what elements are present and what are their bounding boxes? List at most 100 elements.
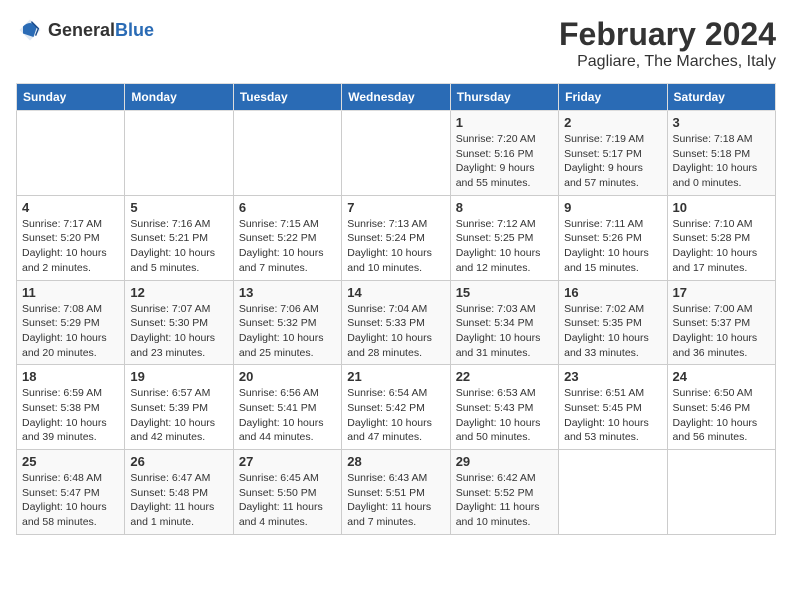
calendar-cell: 16 Sunrise: 7:02 AM Sunset: 5:35 PM Dayli… bbox=[559, 280, 667, 365]
day-info: Sunrise: 7:04 AM Sunset: 5:33 PM Dayligh… bbox=[347, 302, 444, 361]
day-number: 11 bbox=[22, 285, 119, 300]
day-number: 8 bbox=[456, 200, 553, 215]
day-info: Sunrise: 6:59 AM Sunset: 5:38 PM Dayligh… bbox=[22, 386, 119, 445]
day-number: 19 bbox=[130, 369, 227, 384]
day-info: Sunrise: 7:06 AM Sunset: 5:32 PM Dayligh… bbox=[239, 302, 336, 361]
title-block: February 2024 Pagliare, The Marches, Ita… bbox=[559, 16, 776, 71]
day-info: Sunrise: 7:13 AM Sunset: 5:24 PM Dayligh… bbox=[347, 217, 444, 276]
calendar-cell: 13 Sunrise: 7:06 AM Sunset: 5:32 PM Dayli… bbox=[233, 280, 341, 365]
calendar-cell bbox=[667, 450, 775, 535]
day-number: 23 bbox=[564, 369, 661, 384]
day-info: Sunrise: 7:08 AM Sunset: 5:29 PM Dayligh… bbox=[22, 302, 119, 361]
day-info: Sunrise: 7:12 AM Sunset: 5:25 PM Dayligh… bbox=[456, 217, 553, 276]
calendar-week-row: 11 Sunrise: 7:08 AM Sunset: 5:29 PM Dayli… bbox=[17, 280, 776, 365]
calendar-cell: 25 Sunrise: 6:48 AM Sunset: 5:47 PM Dayli… bbox=[17, 450, 125, 535]
day-number: 16 bbox=[564, 285, 661, 300]
day-number: 13 bbox=[239, 285, 336, 300]
header-saturday: Saturday bbox=[667, 84, 775, 111]
day-number: 22 bbox=[456, 369, 553, 384]
calendar-cell: 15 Sunrise: 7:03 AM Sunset: 5:34 PM Dayli… bbox=[450, 280, 558, 365]
calendar-cell: 2 Sunrise: 7:19 AM Sunset: 5:17 PM Daylig… bbox=[559, 111, 667, 196]
calendar-cell: 10 Sunrise: 7:10 AM Sunset: 5:28 PM Dayli… bbox=[667, 195, 775, 280]
logo-blue: Blue bbox=[115, 20, 154, 40]
month-title: February 2024 bbox=[559, 16, 776, 53]
day-info: Sunrise: 7:20 AM Sunset: 5:16 PM Dayligh… bbox=[456, 132, 553, 191]
header-wednesday: Wednesday bbox=[342, 84, 450, 111]
day-info: Sunrise: 6:50 AM Sunset: 5:46 PM Dayligh… bbox=[673, 386, 770, 445]
calendar-cell bbox=[233, 111, 341, 196]
day-number: 10 bbox=[673, 200, 770, 215]
day-number: 5 bbox=[130, 200, 227, 215]
calendar-cell: 6 Sunrise: 7:15 AM Sunset: 5:22 PM Daylig… bbox=[233, 195, 341, 280]
calendar-cell: 21 Sunrise: 6:54 AM Sunset: 5:42 PM Dayli… bbox=[342, 365, 450, 450]
calendar-cell: 19Sunrise: 6:57 AM Sunset: 5:39 PM Dayli… bbox=[125, 365, 233, 450]
day-number: 6 bbox=[239, 200, 336, 215]
day-info: Sunrise: 6:53 AM Sunset: 5:43 PM Dayligh… bbox=[456, 386, 553, 445]
day-info: Sunrise: 6:56 AM Sunset: 5:41 PM Dayligh… bbox=[239, 386, 336, 445]
calendar-cell: 9 Sunrise: 7:11 AM Sunset: 5:26 PM Daylig… bbox=[559, 195, 667, 280]
day-info: Sunrise: 6:51 AM Sunset: 5:45 PM Dayligh… bbox=[564, 386, 661, 445]
day-info: Sunrise: 7:03 AM Sunset: 5:34 PM Dayligh… bbox=[456, 302, 553, 361]
logo-general: General bbox=[48, 20, 115, 40]
day-info: Sunrise: 6:47 AM Sunset: 5:48 PM Dayligh… bbox=[130, 471, 227, 530]
calendar-cell: 24 Sunrise: 6:50 AM Sunset: 5:46 PM Dayli… bbox=[667, 365, 775, 450]
day-number: 4 bbox=[22, 200, 119, 215]
calendar-cell: 4Sunrise: 7:17 AM Sunset: 5:20 PM Daylig… bbox=[17, 195, 125, 280]
header-friday: Friday bbox=[559, 84, 667, 111]
day-number: 28 bbox=[347, 454, 444, 469]
day-number: 17 bbox=[673, 285, 770, 300]
day-info: Sunrise: 6:43 AM Sunset: 5:51 PM Dayligh… bbox=[347, 471, 444, 530]
day-number: 3 bbox=[673, 115, 770, 130]
logo: GeneralBlue bbox=[16, 16, 154, 44]
calendar-table: SundayMondayTuesdayWednesdayThursdayFrid… bbox=[16, 83, 776, 535]
calendar-cell: 27Sunrise: 6:45 AM Sunset: 5:50 PM Dayli… bbox=[233, 450, 341, 535]
calendar-cell: 14 Sunrise: 7:04 AM Sunset: 5:33 PM Dayli… bbox=[342, 280, 450, 365]
calendar-week-row: 25 Sunrise: 6:48 AM Sunset: 5:47 PM Dayli… bbox=[17, 450, 776, 535]
calendar-cell: 12Sunrise: 7:07 AM Sunset: 5:30 PM Dayli… bbox=[125, 280, 233, 365]
calendar-cell: 26 Sunrise: 6:47 AM Sunset: 5:48 PM Dayli… bbox=[125, 450, 233, 535]
day-number: 15 bbox=[456, 285, 553, 300]
calendar-cell: 3 Sunrise: 7:18 AM Sunset: 5:18 PM Daylig… bbox=[667, 111, 775, 196]
day-number: 7 bbox=[347, 200, 444, 215]
day-info: Sunrise: 7:15 AM Sunset: 5:22 PM Dayligh… bbox=[239, 217, 336, 276]
day-info: Sunrise: 7:11 AM Sunset: 5:26 PM Dayligh… bbox=[564, 217, 661, 276]
day-info: Sunrise: 6:42 AM Sunset: 5:52 PM Dayligh… bbox=[456, 471, 553, 530]
day-number: 9 bbox=[564, 200, 661, 215]
calendar-week-row: 18Sunrise: 6:59 AM Sunset: 5:38 PM Dayli… bbox=[17, 365, 776, 450]
day-number: 21 bbox=[347, 369, 444, 384]
header-thursday: Thursday bbox=[450, 84, 558, 111]
calendar-header-row: SundayMondayTuesdayWednesdayThursdayFrid… bbox=[17, 84, 776, 111]
day-info: Sunrise: 7:00 AM Sunset: 5:37 PM Dayligh… bbox=[673, 302, 770, 361]
calendar-week-row: 4Sunrise: 7:17 AM Sunset: 5:20 PM Daylig… bbox=[17, 195, 776, 280]
day-info: Sunrise: 7:18 AM Sunset: 5:18 PM Dayligh… bbox=[673, 132, 770, 191]
header-tuesday: Tuesday bbox=[233, 84, 341, 111]
day-number: 12 bbox=[130, 285, 227, 300]
calendar-cell: 8 Sunrise: 7:12 AM Sunset: 5:25 PM Daylig… bbox=[450, 195, 558, 280]
day-info: Sunrise: 7:19 AM Sunset: 5:17 PM Dayligh… bbox=[564, 132, 661, 191]
calendar-cell: 18Sunrise: 6:59 AM Sunset: 5:38 PM Dayli… bbox=[17, 365, 125, 450]
day-info: Sunrise: 7:10 AM Sunset: 5:28 PM Dayligh… bbox=[673, 217, 770, 276]
calendar-cell: 28 Sunrise: 6:43 AM Sunset: 5:51 PM Dayli… bbox=[342, 450, 450, 535]
day-number: 26 bbox=[130, 454, 227, 469]
day-number: 25 bbox=[22, 454, 119, 469]
day-number: 2 bbox=[564, 115, 661, 130]
day-number: 20 bbox=[239, 369, 336, 384]
day-info: Sunrise: 6:48 AM Sunset: 5:47 PM Dayligh… bbox=[22, 471, 119, 530]
calendar-cell bbox=[125, 111, 233, 196]
day-number: 27 bbox=[239, 454, 336, 469]
calendar-cell: 29Sunrise: 6:42 AM Sunset: 5:52 PM Dayli… bbox=[450, 450, 558, 535]
day-number: 14 bbox=[347, 285, 444, 300]
header-sunday: Sunday bbox=[17, 84, 125, 111]
location-title: Pagliare, The Marches, Italy bbox=[559, 53, 776, 71]
calendar-cell: 20 Sunrise: 6:56 AM Sunset: 5:41 PM Dayli… bbox=[233, 365, 341, 450]
calendar-cell: 22 Sunrise: 6:53 AM Sunset: 5:43 PM Dayli… bbox=[450, 365, 558, 450]
day-info: Sunrise: 6:54 AM Sunset: 5:42 PM Dayligh… bbox=[347, 386, 444, 445]
day-number: 24 bbox=[673, 369, 770, 384]
calendar-cell bbox=[342, 111, 450, 196]
calendar-cell: 23 Sunrise: 6:51 AM Sunset: 5:45 PM Dayli… bbox=[559, 365, 667, 450]
calendar-cell: 17 Sunrise: 7:00 AM Sunset: 5:37 PM Dayli… bbox=[667, 280, 775, 365]
calendar-cell: 7 Sunrise: 7:13 AM Sunset: 5:24 PM Daylig… bbox=[342, 195, 450, 280]
day-info: Sunrise: 7:02 AM Sunset: 5:35 PM Dayligh… bbox=[564, 302, 661, 361]
page-header: GeneralBlue February 2024 Pagliare, The … bbox=[16, 16, 776, 71]
calendar-cell: 1Sunrise: 7:20 AM Sunset: 5:16 PM Daylig… bbox=[450, 111, 558, 196]
